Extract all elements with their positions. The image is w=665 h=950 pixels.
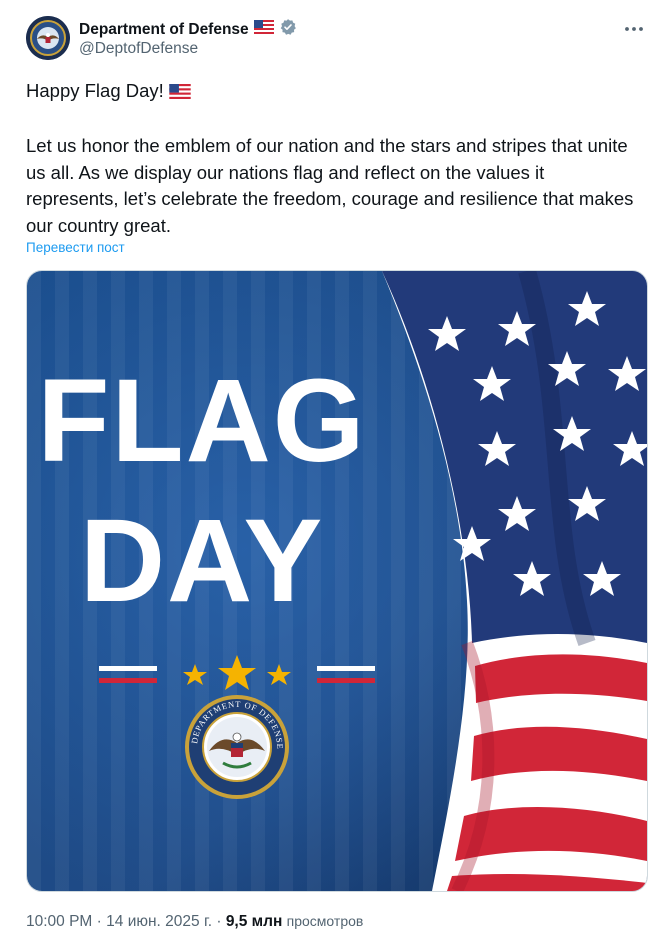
verified-badge-icon[interactable] <box>279 18 297 41</box>
headline-flag: FLAG <box>37 355 366 487</box>
tweet-greeting: Happy Flag Day! <box>26 80 164 101</box>
author-handle[interactable]: @DeptofDefense <box>79 40 198 58</box>
flag-day-graphic: FLAG DAY DEPARTMENT OF DEFENSE <box>27 271 647 891</box>
meta-separator: · <box>216 913 222 930</box>
headline-day: DAY <box>80 495 324 627</box>
name-row: Department of Defense <box>79 18 297 41</box>
tweet-meta: 10:00 PM · 14 июн. 2025 г. · 9,5 млн про… <box>26 913 363 931</box>
author-display-name[interactable]: Department of Defense <box>79 21 249 39</box>
tweet-body: Let us honor the emblem of our nation an… <box>26 135 634 236</box>
more-options-icon[interactable] <box>623 20 645 38</box>
tweet-date[interactable]: 14 июн. 2025 г. <box>106 913 212 930</box>
meta-separator: · <box>96 913 102 930</box>
dod-seal-icon: DEPARTMENT OF DEFENSE <box>185 695 289 799</box>
avatar[interactable] <box>26 16 70 60</box>
tweet-header: Department of Defense @DeptofDefense <box>26 16 649 64</box>
dod-seal-icon <box>26 16 70 60</box>
views-count[interactable]: 9,5 млн <box>226 913 283 930</box>
tweet-detail: Department of Defense @DeptofDefense Hap… <box>0 0 665 950</box>
translate-post-link[interactable]: Перевести пост <box>26 240 125 255</box>
views-label: просмотров <box>286 913 364 929</box>
us-flag-icon <box>253 20 274 39</box>
us-flag-icon <box>169 80 191 107</box>
tweet-media-image[interactable]: FLAG DAY DEPARTMENT OF DEFENSE <box>26 270 648 892</box>
tweet-text-line1: Happy Flag Day! <box>26 78 636 107</box>
tweet-text: Happy Flag Day! Let us honor the emblem … <box>26 78 636 240</box>
tweet-time[interactable]: 10:00 PM <box>26 913 92 930</box>
